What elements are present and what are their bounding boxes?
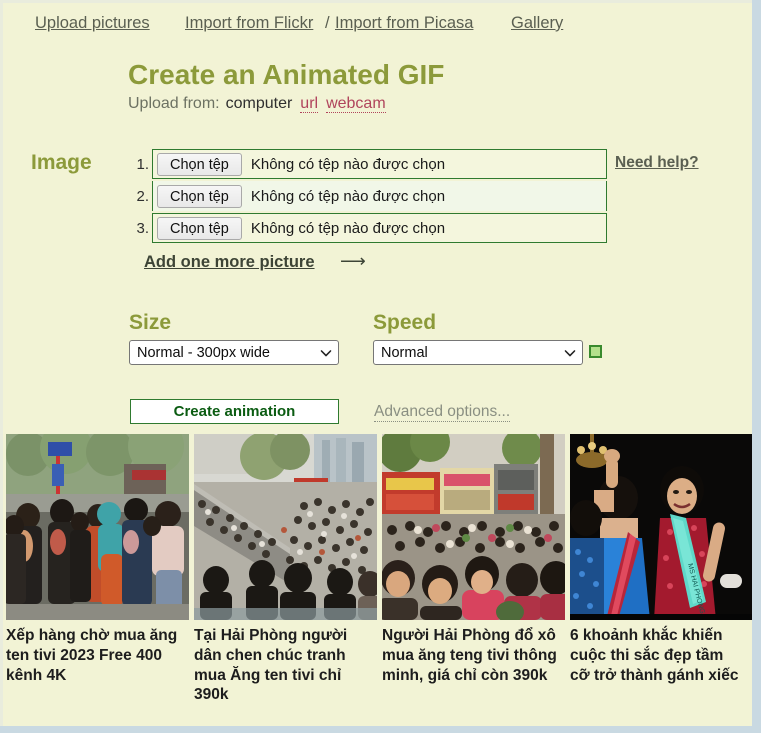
thumbnail-caption: Xếp hàng chờ mua ăng ten tivi 2023 Free … [6,627,178,684]
advanced-options-link[interactable]: Advanced options... [374,403,511,422]
arrow-right-icon: ⟶ [340,251,366,271]
size-select[interactable]: Normal - 300px wide [129,340,339,365]
row-number: 3. [136,219,149,237]
table-row: 3. Chọn tệp Không có tệp nào được chọn [127,212,607,244]
table-row: 1. Chọn tệp Không có tệp nào được chọn [127,148,607,180]
file-input-3[interactable]: Chọn tệp Không có tệp nào được chọn [152,213,607,243]
beauty-pageant-stage-photo[interactable]: MS HAI PHONG [570,434,752,620]
upload-from-webcam[interactable]: webcam [326,95,386,113]
chevron-down-icon [564,349,576,356]
speed-status-indicator-icon [589,345,602,358]
speed-select[interactable]: Normal [373,340,583,365]
nav-separator: / [325,14,330,32]
page-canvas: Upload pictures Import from Flickr / Imp… [0,0,752,726]
file-status-2: Không có tệp nào được chọn [250,187,446,205]
row-number: 1. [136,155,149,173]
thumbnail-caption: Người Hải Phòng đổ xô mua ăng teng tivi … [382,627,557,684]
list-item[interactable]: Xếp hàng chờ mua ăng ten tivi 2023 Free … [3,431,191,726]
size-select-value: Normal - 300px wide [137,344,270,361]
upload-from-label: Upload from: [128,95,220,112]
row-number: 2. [136,187,149,205]
page-title: Create an Animated GIF [128,59,445,90]
upload-from-computer[interactable]: computer [220,95,293,112]
top-navigation: Upload pictures Import from Flickr / Imp… [3,14,752,38]
browser-right-chrome [752,0,761,733]
create-animation-label: Create animation [173,403,296,420]
file-input-2[interactable]: Chọn tệp Không có tệp nào được chọn [152,181,607,211]
nav-import-from-flickr[interactable]: Import from Flickr [185,14,313,33]
thumbnail-caption: Tại Hải Phòng người dân chen chúc tranh … [194,627,348,704]
browser-bottom-chrome [0,726,761,733]
crowd-queue-street-photo[interactable] [6,434,189,620]
large-crowd-city-street-photo[interactable] [194,434,377,620]
nav-import-from-picasa[interactable]: Import from Picasa [335,14,473,33]
choose-file-button-3[interactable]: Chọn tệp [157,216,242,240]
table-row: 2. Chọn tệp Không có tệp nào được chọn [127,180,607,212]
list-item[interactable]: Tại Hải Phòng người dân chen chúc tranh … [191,431,379,726]
list-item[interactable]: MS HAI PHONG 6 khoảnh khắc khiến cuộc th… [567,431,752,726]
file-status-1: Không có tệp nào được chọn [250,155,446,173]
list-item[interactable]: Người Hải Phòng đổ xô mua ăng teng tivi … [379,431,567,726]
upload-from-url[interactable]: url [300,95,319,113]
speed-select-value: Normal [381,344,428,361]
size-label: Size [129,311,172,334]
choose-file-button-2[interactable]: Chọn tệp [157,184,242,208]
speed-label: Speed [373,311,437,334]
file-input-list: 1. Chọn tệp Không có tệp nào được chọn 2… [127,148,607,244]
file-input-1[interactable]: Chọn tệp Không có tệp nào được chọn [152,149,607,179]
choose-file-button-1[interactable]: Chọn tệp [157,152,242,176]
create-animation-button[interactable]: Create animation [130,399,339,424]
need-help-link[interactable]: Need help? [615,154,699,172]
add-one-more-picture-link[interactable]: Add one more picture [144,253,315,272]
thumbnail-caption: 6 khoảnh khắc khiến cuộc thi sắc đẹp tầm… [570,627,739,684]
related-thumbnails: Xếp hàng chờ mua ăng ten tivi 2023 Free … [3,431,752,726]
street-crowd-shopfronts-photo[interactable] [382,434,565,620]
file-status-3: Không có tệp nào được chọn [250,219,446,237]
image-section-label: Image [31,151,92,174]
upload-from-row: Upload from: computer url webcam [128,95,386,113]
nav-gallery[interactable]: Gallery [511,14,563,33]
chevron-down-icon [320,349,332,356]
nav-upload-pictures[interactable]: Upload pictures [35,14,150,33]
